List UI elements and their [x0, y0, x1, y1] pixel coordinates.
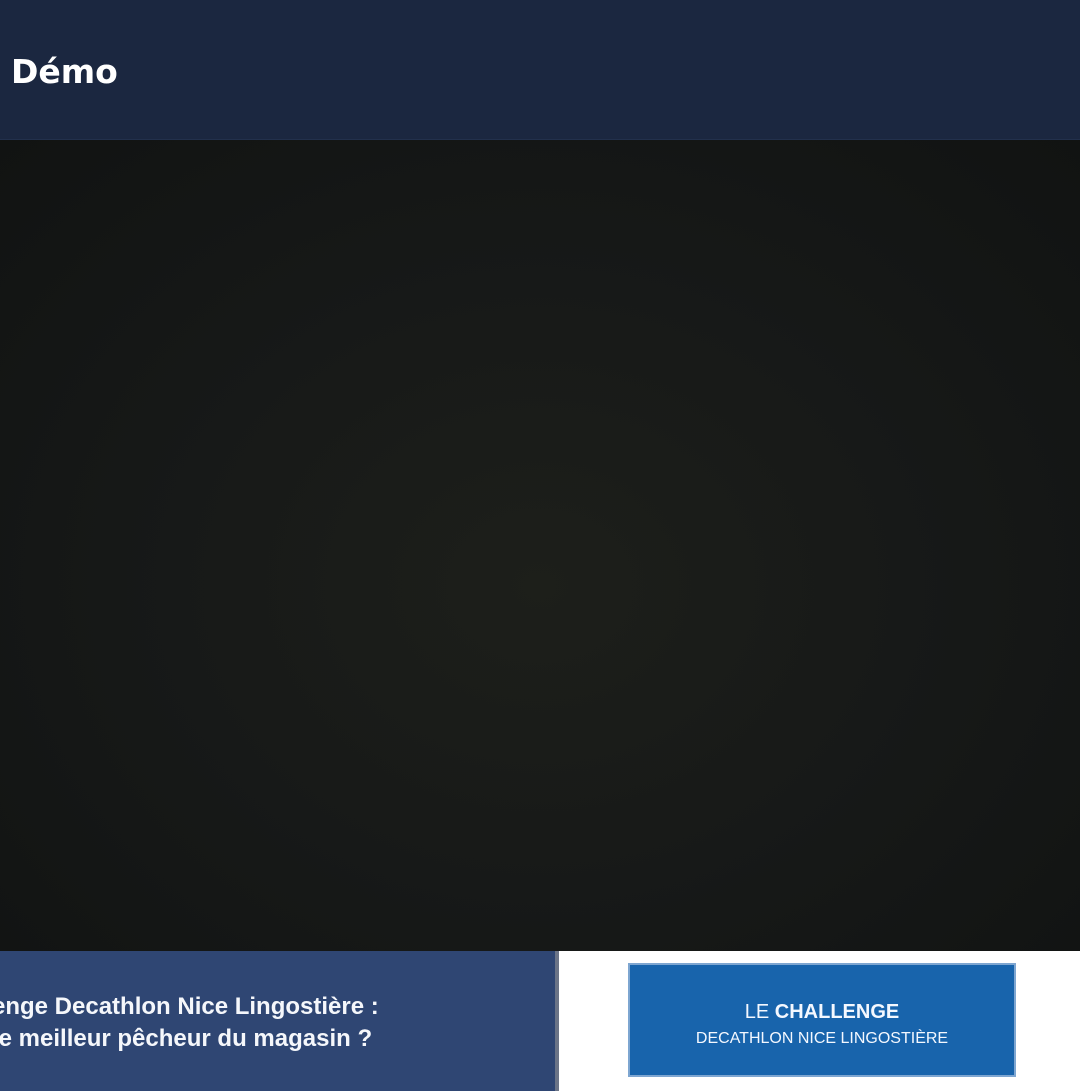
- promo-question-line-2: le meilleur pêcheur du magasin ?: [0, 1025, 373, 1052]
- page-title: Démo: [11, 52, 118, 91]
- page-shell: Démo enge Decathlon Nice Lingostière : l…: [0, 0, 1080, 1091]
- dark-media-area: [0, 140, 1080, 951]
- challenge-promo-banner[interactable]: enge Decathlon Nice Lingostière : le mei…: [0, 951, 1080, 1091]
- promo-question-panel: enge Decathlon Nice Lingostière : le mei…: [0, 951, 557, 1091]
- challenge-logo: LE CHALLENGE DECATHLON NICE LINGOSTIÈRE: [628, 963, 1016, 1077]
- challenge-title-text: CHALLENGE: [774, 1001, 900, 1023]
- challenge-prefix-text: LE: [744, 1001, 770, 1023]
- promo-question-line-1: enge Decathlon Nice Lingostière :: [0, 993, 379, 1020]
- challenge-logo-panel: LE CHALLENGE DECATHLON NICE LINGOSTIÈRE: [559, 951, 1080, 1091]
- top-header-bar: Démo: [0, 0, 1080, 140]
- challenge-subtitle-text: DECATHLON NICE LINGOSTIÈRE: [695, 1030, 949, 1047]
- challenge-title-line: LE CHALLENGE: [630, 1000, 1014, 1024]
- promo-question-text: enge Decathlon Nice Lingostière : le mei…: [0, 991, 462, 1055]
